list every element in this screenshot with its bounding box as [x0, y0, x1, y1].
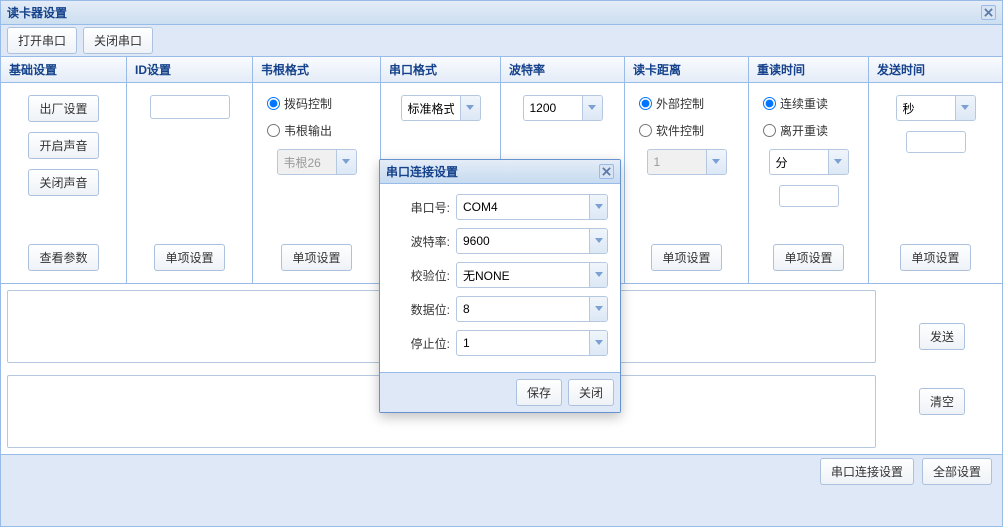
toolbar: 打开串口 关闭串口 — [1, 25, 1002, 57]
send-value-input[interactable] — [906, 131, 966, 153]
wiegand-dial-radio[interactable]: 拨码控制 — [263, 95, 370, 112]
dist-set-button[interactable]: 单项设置 — [651, 244, 721, 271]
databits-label: 数据位: — [392, 301, 450, 318]
close-port-button[interactable]: 关闭串口 — [83, 27, 153, 54]
baud-combo[interactable] — [523, 95, 603, 121]
parity-combo[interactable] — [456, 262, 608, 288]
parity-label: 校验位: — [392, 267, 450, 284]
col-basic-header: 基础设置 — [1, 57, 126, 83]
col-distance-header: 读卡距离 — [625, 57, 748, 83]
chevron-down-icon[interactable] — [589, 263, 607, 287]
reread-set-button[interactable]: 单项设置 — [773, 244, 843, 271]
id-input[interactable] — [150, 95, 230, 119]
view-params-button[interactable]: 查看参数 — [28, 244, 98, 271]
reread-value-input[interactable] — [779, 185, 839, 207]
id-set-button[interactable]: 单项设置 — [154, 244, 224, 271]
col-baud-header: 波特率 — [501, 57, 624, 83]
chevron-down-icon[interactable] — [589, 229, 607, 253]
baud-label: 波特率: — [392, 233, 450, 250]
wiegand-out-radio[interactable]: 韦根输出 — [263, 122, 370, 139]
dialog-close-icon[interactable] — [599, 164, 614, 179]
chevron-down-icon[interactable] — [706, 150, 726, 174]
dialog-titlebar: 串口连接设置 — [380, 160, 620, 184]
send-button[interactable]: 发送 — [919, 323, 965, 350]
stopbits-label: 停止位: — [392, 335, 450, 352]
chevron-down-icon[interactable] — [955, 96, 975, 120]
chevron-down-icon[interactable] — [589, 331, 607, 355]
chevron-down-icon[interactable] — [589, 195, 607, 219]
sound-off-button[interactable]: 关闭声音 — [28, 169, 98, 196]
serial-settings-dialog: 串口连接设置 串口号: 波特率: 校验位: — [379, 159, 621, 413]
dist-combo[interactable] — [647, 149, 727, 175]
chevron-down-icon[interactable] — [828, 150, 848, 174]
titlebar: 读卡器设置 — [1, 1, 1002, 25]
port-combo[interactable] — [456, 194, 608, 220]
col-sendtime-header: 发送时间 — [869, 57, 1002, 83]
modal-baud-combo[interactable] — [456, 228, 608, 254]
port-label: 串口号: — [392, 199, 450, 216]
chevron-down-icon[interactable] — [336, 150, 356, 174]
col-distance: 读卡距离 外部控制 软件控制 单项设置 — [625, 57, 749, 283]
col-basic: 基础设置 出厂设置 开启声音 关闭声音 查看参数 — [1, 57, 127, 283]
main-window: 读卡器设置 打开串口 关闭串口 基础设置 出厂设置 开启声音 关闭声音 查看参数… — [0, 0, 1003, 527]
col-reread-header: 重读时间 — [749, 57, 868, 83]
send-unit-combo[interactable] — [896, 95, 976, 121]
factory-reset-button[interactable]: 出厂设置 — [28, 95, 98, 122]
databits-combo[interactable] — [456, 296, 608, 322]
open-port-button[interactable]: 打开串口 — [7, 27, 77, 54]
wiegand-set-button[interactable]: 单项设置 — [281, 244, 351, 271]
send-set-button[interactable]: 单项设置 — [900, 244, 970, 271]
sound-on-button[interactable]: 开启声音 — [28, 132, 98, 159]
dist-ext-radio[interactable]: 外部控制 — [635, 95, 738, 112]
serial-fmt-combo[interactable] — [401, 95, 481, 121]
col-serial-header: 串口格式 — [381, 57, 500, 83]
serial-conn-settings-button[interactable]: 串口连接设置 — [820, 458, 914, 485]
dialog-save-button[interactable]: 保存 — [516, 379, 562, 406]
chevron-down-icon[interactable] — [460, 96, 480, 120]
reread-unit-combo[interactable] — [769, 149, 849, 175]
chevron-down-icon[interactable] — [589, 297, 607, 321]
close-icon[interactable] — [981, 5, 996, 20]
reread-cont-radio[interactable]: 连续重读 — [759, 95, 858, 112]
col-id: ID设置 单项设置 — [127, 57, 253, 283]
col-wiegand-header: 韦根格式 — [253, 57, 380, 83]
col-wiegand: 韦根格式 拨码控制 韦根输出 单项设置 — [253, 57, 381, 283]
dist-soft-radio[interactable]: 软件控制 — [635, 122, 738, 139]
chevron-down-icon[interactable] — [582, 96, 602, 120]
col-sendtime: 发送时间 单项设置 — [869, 57, 1002, 283]
stopbits-combo[interactable] — [456, 330, 608, 356]
dialog-close-button[interactable]: 关闭 — [568, 379, 614, 406]
dialog-title: 串口连接设置 — [386, 163, 458, 180]
wiegand-combo[interactable] — [277, 149, 357, 175]
clear-button[interactable]: 清空 — [919, 388, 965, 415]
col-reread: 重读时间 连续重读 离开重读 单项设置 — [749, 57, 869, 283]
window-title: 读卡器设置 — [7, 4, 67, 21]
footer: 串口连接设置 全部设置 — [1, 454, 1002, 488]
all-settings-button[interactable]: 全部设置 — [922, 458, 992, 485]
col-id-header: ID设置 — [127, 57, 252, 83]
reread-leave-radio[interactable]: 离开重读 — [759, 122, 858, 139]
